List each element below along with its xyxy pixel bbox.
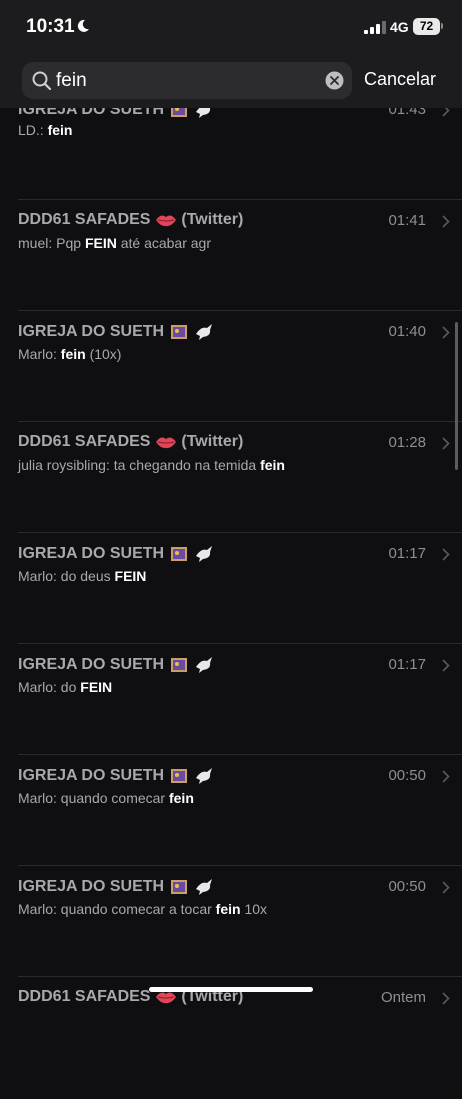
dove-icon [196,879,212,895]
home-indicator[interactable] [149,987,313,992]
search-result-row[interactable]: IGREJA DO SUETH 01:17 Marlo: do deus FEI… [0,544,462,655]
dove-icon [196,657,212,673]
message-snippet: LD.: fein [18,122,73,138]
chat-title: DDD61 SAFADES (Twitter) [18,211,244,228]
message-time: 01:17 [388,656,426,673]
art-icon [170,325,187,339]
row-divider [18,421,462,422]
row-divider [18,865,462,866]
chat-title: IGREJA DO SUETH [18,877,215,897]
chevron-right-icon [442,437,450,450]
search-result-row[interactable]: IGREJA DO SUETH 01:43 LD.: fein [0,100,462,211]
chat-title: IGREJA DO SUETH [18,544,215,564]
art-icon [170,547,187,561]
dove-icon [196,768,212,784]
art-icon [170,880,187,894]
message-time: 00:50 [388,767,426,784]
clear-icon[interactable] [325,71,344,90]
row-divider [18,532,462,533]
chat-title: DDD61 SAFADES (Twitter) [18,433,244,450]
art-icon [170,769,187,783]
row-divider [18,976,462,977]
search-results-list: IGREJA DO SUETH 01:43 LD.: fein DDD61 SA… [0,0,462,1006]
signal-icon [364,21,386,34]
battery-tip [441,23,443,29]
search-result-row[interactable]: IGREJA DO SUETH 00:50 Marlo: quando come… [0,766,462,877]
chevron-right-icon [442,659,450,672]
status-time: 10:31 [26,16,75,37]
search-result-row[interactable]: IGREJA DO SUETH 01:17 Marlo: do FEIN [0,655,462,766]
cancel-button[interactable]: Cancelar [364,69,436,90]
chevron-right-icon [442,326,450,339]
chat-title: IGREJA DO SUETH [18,322,215,342]
dove-icon [196,324,212,340]
dove-icon [196,546,212,562]
search-input[interactable] [56,62,316,99]
message-snippet: Marlo: do deus FEIN [18,568,147,584]
row-divider [18,310,462,311]
message-time: 01:41 [388,212,426,229]
message-time: 00:50 [388,878,426,895]
message-snippet: Marlo: quando comecar a tocar fein 10x [18,901,268,917]
search-result-row[interactable]: IGREJA DO SUETH 00:50 Marlo: quando come… [0,877,462,988]
chat-title: IGREJA DO SUETH [18,766,215,786]
message-snippet: muel: Pqp FEIN até acabar agr [18,235,211,251]
search-result-row[interactable]: DDD61 SAFADES (Twitter) 01:28 julia roys… [0,433,462,544]
chevron-right-icon [442,215,450,228]
search-field[interactable] [22,62,352,99]
chat-title: IGREJA DO SUETH [18,655,215,675]
message-snippet: Marlo: fein (10x) [18,346,122,362]
battery-icon: 72 [413,18,440,35]
status-bar: 10:31 4G 72 [0,0,462,52]
chevron-right-icon [442,881,450,894]
lips-icon [155,437,176,448]
message-snippet: Marlo: do FEIN [18,679,113,695]
row-divider [18,199,462,200]
message-snippet: Marlo: quando comecar fein [18,790,194,806]
search-result-row[interactable]: IGREJA DO SUETH 01:40 Marlo: fein (10x) [0,322,462,433]
chevron-right-icon [442,992,450,1005]
message-time: 01:40 [388,323,426,340]
search-bar: Cancelar [0,52,462,108]
scroll-indicator[interactable] [455,322,458,470]
message-time: Ontem [380,989,426,1006]
row-divider [18,643,462,644]
search-icon [32,71,52,91]
lips-icon [155,215,176,226]
network-type: 4G [390,19,409,35]
moon-icon [77,19,89,32]
art-icon [170,658,187,672]
chevron-right-icon [442,548,450,561]
search-result-row[interactable]: DDD61 SAFADES (Twitter) Ontem [0,988,462,1099]
message-time: 01:28 [388,434,426,451]
message-time: 01:17 [388,545,426,562]
message-snippet: julia roysibling: ta chegando na temida … [18,457,285,473]
search-result-row[interactable]: DDD61 SAFADES (Twitter) 01:41 muel: Pqp … [0,211,462,322]
row-divider [18,754,462,755]
chevron-right-icon [442,770,450,783]
